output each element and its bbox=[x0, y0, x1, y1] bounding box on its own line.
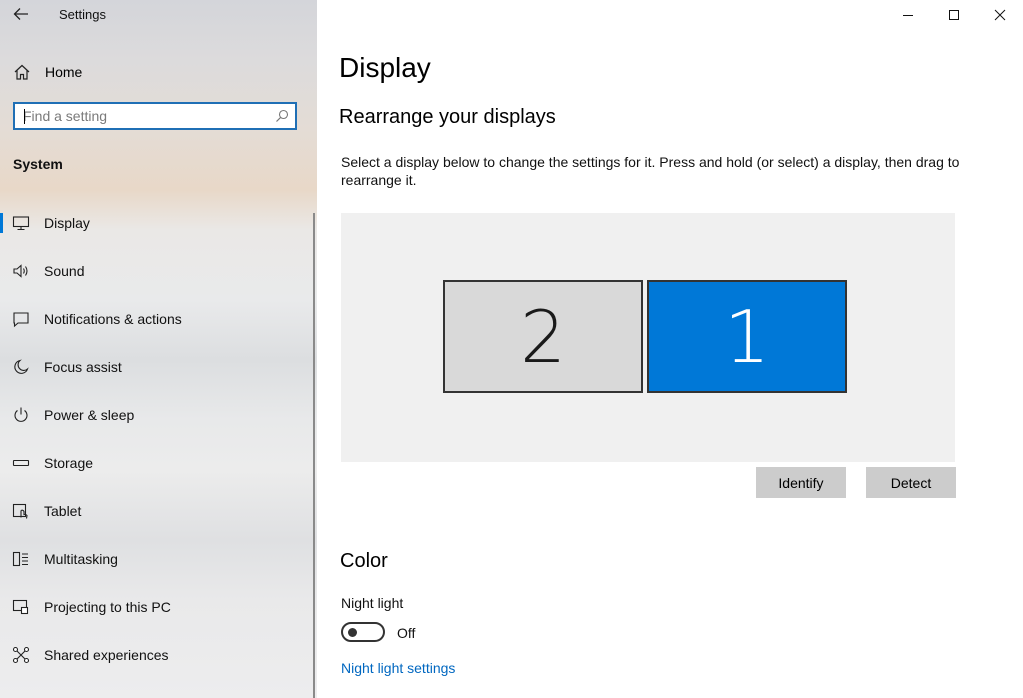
sidebar-nav: Display Sound Notifications & actions Fo… bbox=[0, 199, 313, 679]
sidebar-item-power-sleep[interactable]: Power & sleep bbox=[0, 391, 313, 439]
multitasking-icon bbox=[12, 550, 30, 568]
selection-indicator bbox=[0, 213, 3, 233]
monitor-2[interactable]: 2 bbox=[443, 280, 643, 393]
sidebar-item-focus-assist[interactable]: Focus assist bbox=[0, 343, 313, 391]
monitor-number: 2 bbox=[520, 294, 566, 379]
sidebar-item-label: Tablet bbox=[44, 503, 82, 519]
home-label: Home bbox=[45, 64, 83, 80]
detect-button[interactable]: Detect bbox=[866, 467, 956, 498]
sidebar-scrollbar[interactable] bbox=[313, 213, 315, 698]
back-button[interactable] bbox=[8, 3, 34, 25]
storage-icon bbox=[12, 454, 30, 472]
display-arrangement-area[interactable]: 2 1 bbox=[341, 213, 955, 462]
sidebar-item-label: Projecting to this PC bbox=[44, 599, 171, 615]
toggle-knob bbox=[348, 628, 357, 637]
settings-window: Settings Home System bbox=[0, 0, 1023, 698]
sidebar-item-display[interactable]: Display bbox=[0, 199, 313, 247]
sidebar-item-label: Display bbox=[44, 215, 90, 231]
sidebar-item-label: Notifications & actions bbox=[44, 311, 182, 327]
app-title: Settings bbox=[59, 7, 106, 22]
sidebar-item-label: Storage bbox=[44, 455, 94, 471]
sidebar-item-label: Focus assist bbox=[44, 359, 122, 375]
identify-button[interactable]: Identify bbox=[756, 467, 846, 498]
search-box[interactable] bbox=[13, 102, 297, 130]
rearrange-heading: Rearrange your displays bbox=[339, 106, 556, 128]
text-caret bbox=[24, 109, 25, 124]
sidebar-item-multitasking[interactable]: Multitasking bbox=[0, 535, 313, 583]
sidebar-item-notifications[interactable]: Notifications & actions bbox=[0, 295, 313, 343]
sidebar-item-shared-experiences[interactable]: Shared experiences bbox=[0, 631, 313, 679]
notification-icon bbox=[12, 310, 30, 328]
search-icon[interactable] bbox=[275, 109, 289, 128]
monitor-1[interactable]: 1 bbox=[647, 280, 847, 393]
night-light-state: Off bbox=[397, 625, 416, 641]
sidebar-item-home[interactable]: Home bbox=[0, 56, 317, 88]
speaker-icon bbox=[12, 262, 30, 280]
power-icon bbox=[12, 406, 30, 424]
sidebar-item-projecting[interactable]: Projecting to this PC bbox=[0, 583, 313, 631]
night-light-label: Night light bbox=[341, 595, 404, 611]
night-light-settings-link[interactable]: Night light settings bbox=[341, 660, 455, 676]
moon-icon bbox=[12, 358, 30, 376]
sidebar-item-label: Power & sleep bbox=[44, 407, 135, 423]
sidebar-item-label: Sound bbox=[44, 263, 85, 279]
home-icon bbox=[13, 63, 31, 81]
shared-experiences-icon bbox=[12, 646, 30, 664]
sidebar-item-label: Shared experiences bbox=[44, 647, 169, 663]
monitor-number: 1 bbox=[724, 294, 770, 379]
title-bar: Settings bbox=[0, 0, 317, 30]
back-arrow-icon bbox=[13, 8, 28, 20]
sidebar: Settings Home System bbox=[0, 0, 317, 698]
night-light-toggle[interactable] bbox=[341, 622, 385, 642]
page-title: Display bbox=[339, 52, 431, 83]
main-content: Display Rearrange your displays Select a… bbox=[317, 0, 1023, 698]
projecting-icon bbox=[12, 598, 30, 616]
sidebar-item-sound[interactable]: Sound bbox=[0, 247, 313, 295]
section-title: System bbox=[13, 156, 63, 172]
rearrange-description: Select a display below to change the set… bbox=[341, 154, 960, 188]
display-icon bbox=[12, 214, 30, 232]
sidebar-item-tablet[interactable]: Tablet bbox=[0, 487, 313, 535]
sidebar-item-storage[interactable]: Storage bbox=[0, 439, 313, 487]
sidebar-item-label: Multitasking bbox=[44, 551, 118, 567]
color-heading: Color bbox=[340, 550, 388, 572]
search-input[interactable] bbox=[23, 107, 273, 125]
tablet-icon bbox=[12, 502, 30, 520]
